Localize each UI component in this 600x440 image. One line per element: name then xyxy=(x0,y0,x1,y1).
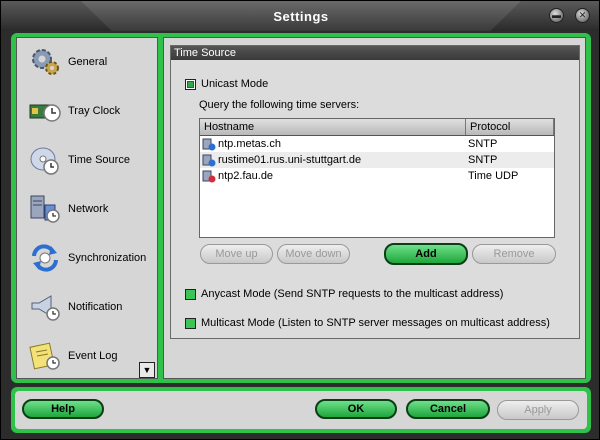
table-row[interactable]: rustime01.rus.uni-stuttgart.de SNTP xyxy=(200,152,554,168)
group-title: Time Source xyxy=(171,46,579,60)
hostname-cell: rustime01.rus.uni-stuttgart.de xyxy=(200,154,466,167)
sidebar-scroll-down-button[interactable]: ▼ xyxy=(139,362,155,378)
multicast-mode-checkbox[interactable] xyxy=(185,318,196,329)
tray-clock-icon xyxy=(29,95,61,127)
unicast-mode-label: Unicast Mode xyxy=(201,78,269,90)
server-icon xyxy=(202,138,216,150)
minimize-button[interactable]: ▬ xyxy=(549,8,564,23)
cancel-button[interactable]: Cancel xyxy=(406,399,490,419)
event-log-icon xyxy=(29,340,61,372)
gear-icon xyxy=(29,46,61,78)
anycast-mode-label: Anycast Mode (Send SNTP requests to the … xyxy=(201,288,504,300)
clock-disc-icon xyxy=(29,144,61,176)
protocol-cell: Time UDP xyxy=(468,170,519,182)
sidebar-item-label: Notification xyxy=(68,301,123,313)
move-down-button[interactable]: Move down xyxy=(277,244,350,264)
panel-divider xyxy=(159,37,162,379)
remove-button[interactable]: Remove xyxy=(472,244,556,264)
hostname-cell: ntp2.fau.de xyxy=(200,170,466,183)
time-server-list[interactable]: Hostname Protocol ntp.metas.ch SNTP rust… xyxy=(199,118,555,238)
sidebar-item-label: Event Log xyxy=(68,350,118,362)
hostname-cell: ntp.metas.ch xyxy=(200,138,466,151)
title-tab: Settings xyxy=(81,1,521,31)
megaphone-icon xyxy=(29,291,61,323)
minimize-icon: ▬ xyxy=(552,10,561,20)
query-servers-label: Query the following time servers: xyxy=(199,99,360,111)
column-protocol[interactable]: Protocol xyxy=(466,119,554,135)
footer-bar: Help OK Cancel Apply xyxy=(15,391,587,429)
network-server-icon xyxy=(29,193,61,225)
column-hostname[interactable]: Hostname xyxy=(200,119,466,135)
protocol-cell: SNTP xyxy=(468,138,498,150)
sidebar-item-event-log[interactable]: Event Log xyxy=(17,334,157,378)
close-icon: ✕ xyxy=(578,10,587,20)
apply-button[interactable]: Apply xyxy=(497,400,579,420)
ok-button[interactable]: OK xyxy=(315,399,397,419)
sidebar-item-label: General xyxy=(68,56,108,68)
multicast-mode-label: Multicast Mode (Listen to SNTP server me… xyxy=(201,317,550,329)
window-title: Settings xyxy=(273,8,329,24)
settings-window: Settings ▬ ✕ General Tray Clock Time Sou… xyxy=(0,0,600,440)
sidebar: General Tray Clock Time Source Network S… xyxy=(16,37,158,379)
sidebar-item-network[interactable]: Network xyxy=(17,187,157,231)
sidebar-item-tray-clock[interactable]: Tray Clock xyxy=(17,89,157,133)
table-row[interactable]: ntp2.fau.de Time UDP xyxy=(200,168,554,184)
footer-frame: Help OK Cancel Apply xyxy=(11,387,591,433)
add-button[interactable]: Add xyxy=(384,243,468,265)
sync-arrows-icon xyxy=(29,242,61,274)
main-panel: Time Source Unicast Mode Query the follo… xyxy=(163,37,586,379)
close-button[interactable]: ✕ xyxy=(575,8,590,23)
time-source-group: Time Source Unicast Mode Query the follo… xyxy=(170,45,580,339)
help-button[interactable]: Help xyxy=(22,399,104,419)
sidebar-item-label: Synchronization xyxy=(68,252,147,264)
unicast-mode-checkbox[interactable] xyxy=(185,79,196,90)
server-icon xyxy=(202,154,216,166)
sidebar-item-time-source[interactable]: Time Source xyxy=(17,138,157,182)
sidebar-item-label: Tray Clock xyxy=(68,105,121,117)
sidebar-item-general[interactable]: General xyxy=(17,40,157,84)
sidebar-item-notification[interactable]: Notification xyxy=(17,285,157,329)
anycast-mode-checkbox[interactable] xyxy=(185,289,196,300)
table-row[interactable]: ntp.metas.ch SNTP xyxy=(200,136,554,152)
list-header: Hostname Protocol xyxy=(200,119,554,136)
protocol-cell: SNTP xyxy=(468,154,498,166)
move-up-button[interactable]: Move up xyxy=(200,244,273,264)
title-bar[interactable]: Settings ▬ ✕ xyxy=(1,1,599,31)
triangle-down-icon: ▼ xyxy=(142,365,152,375)
server-icon xyxy=(202,170,216,182)
sidebar-item-synchronization[interactable]: Synchronization xyxy=(17,236,157,280)
sidebar-item-label: Network xyxy=(68,203,109,215)
sidebar-item-label: Time Source xyxy=(68,154,130,166)
